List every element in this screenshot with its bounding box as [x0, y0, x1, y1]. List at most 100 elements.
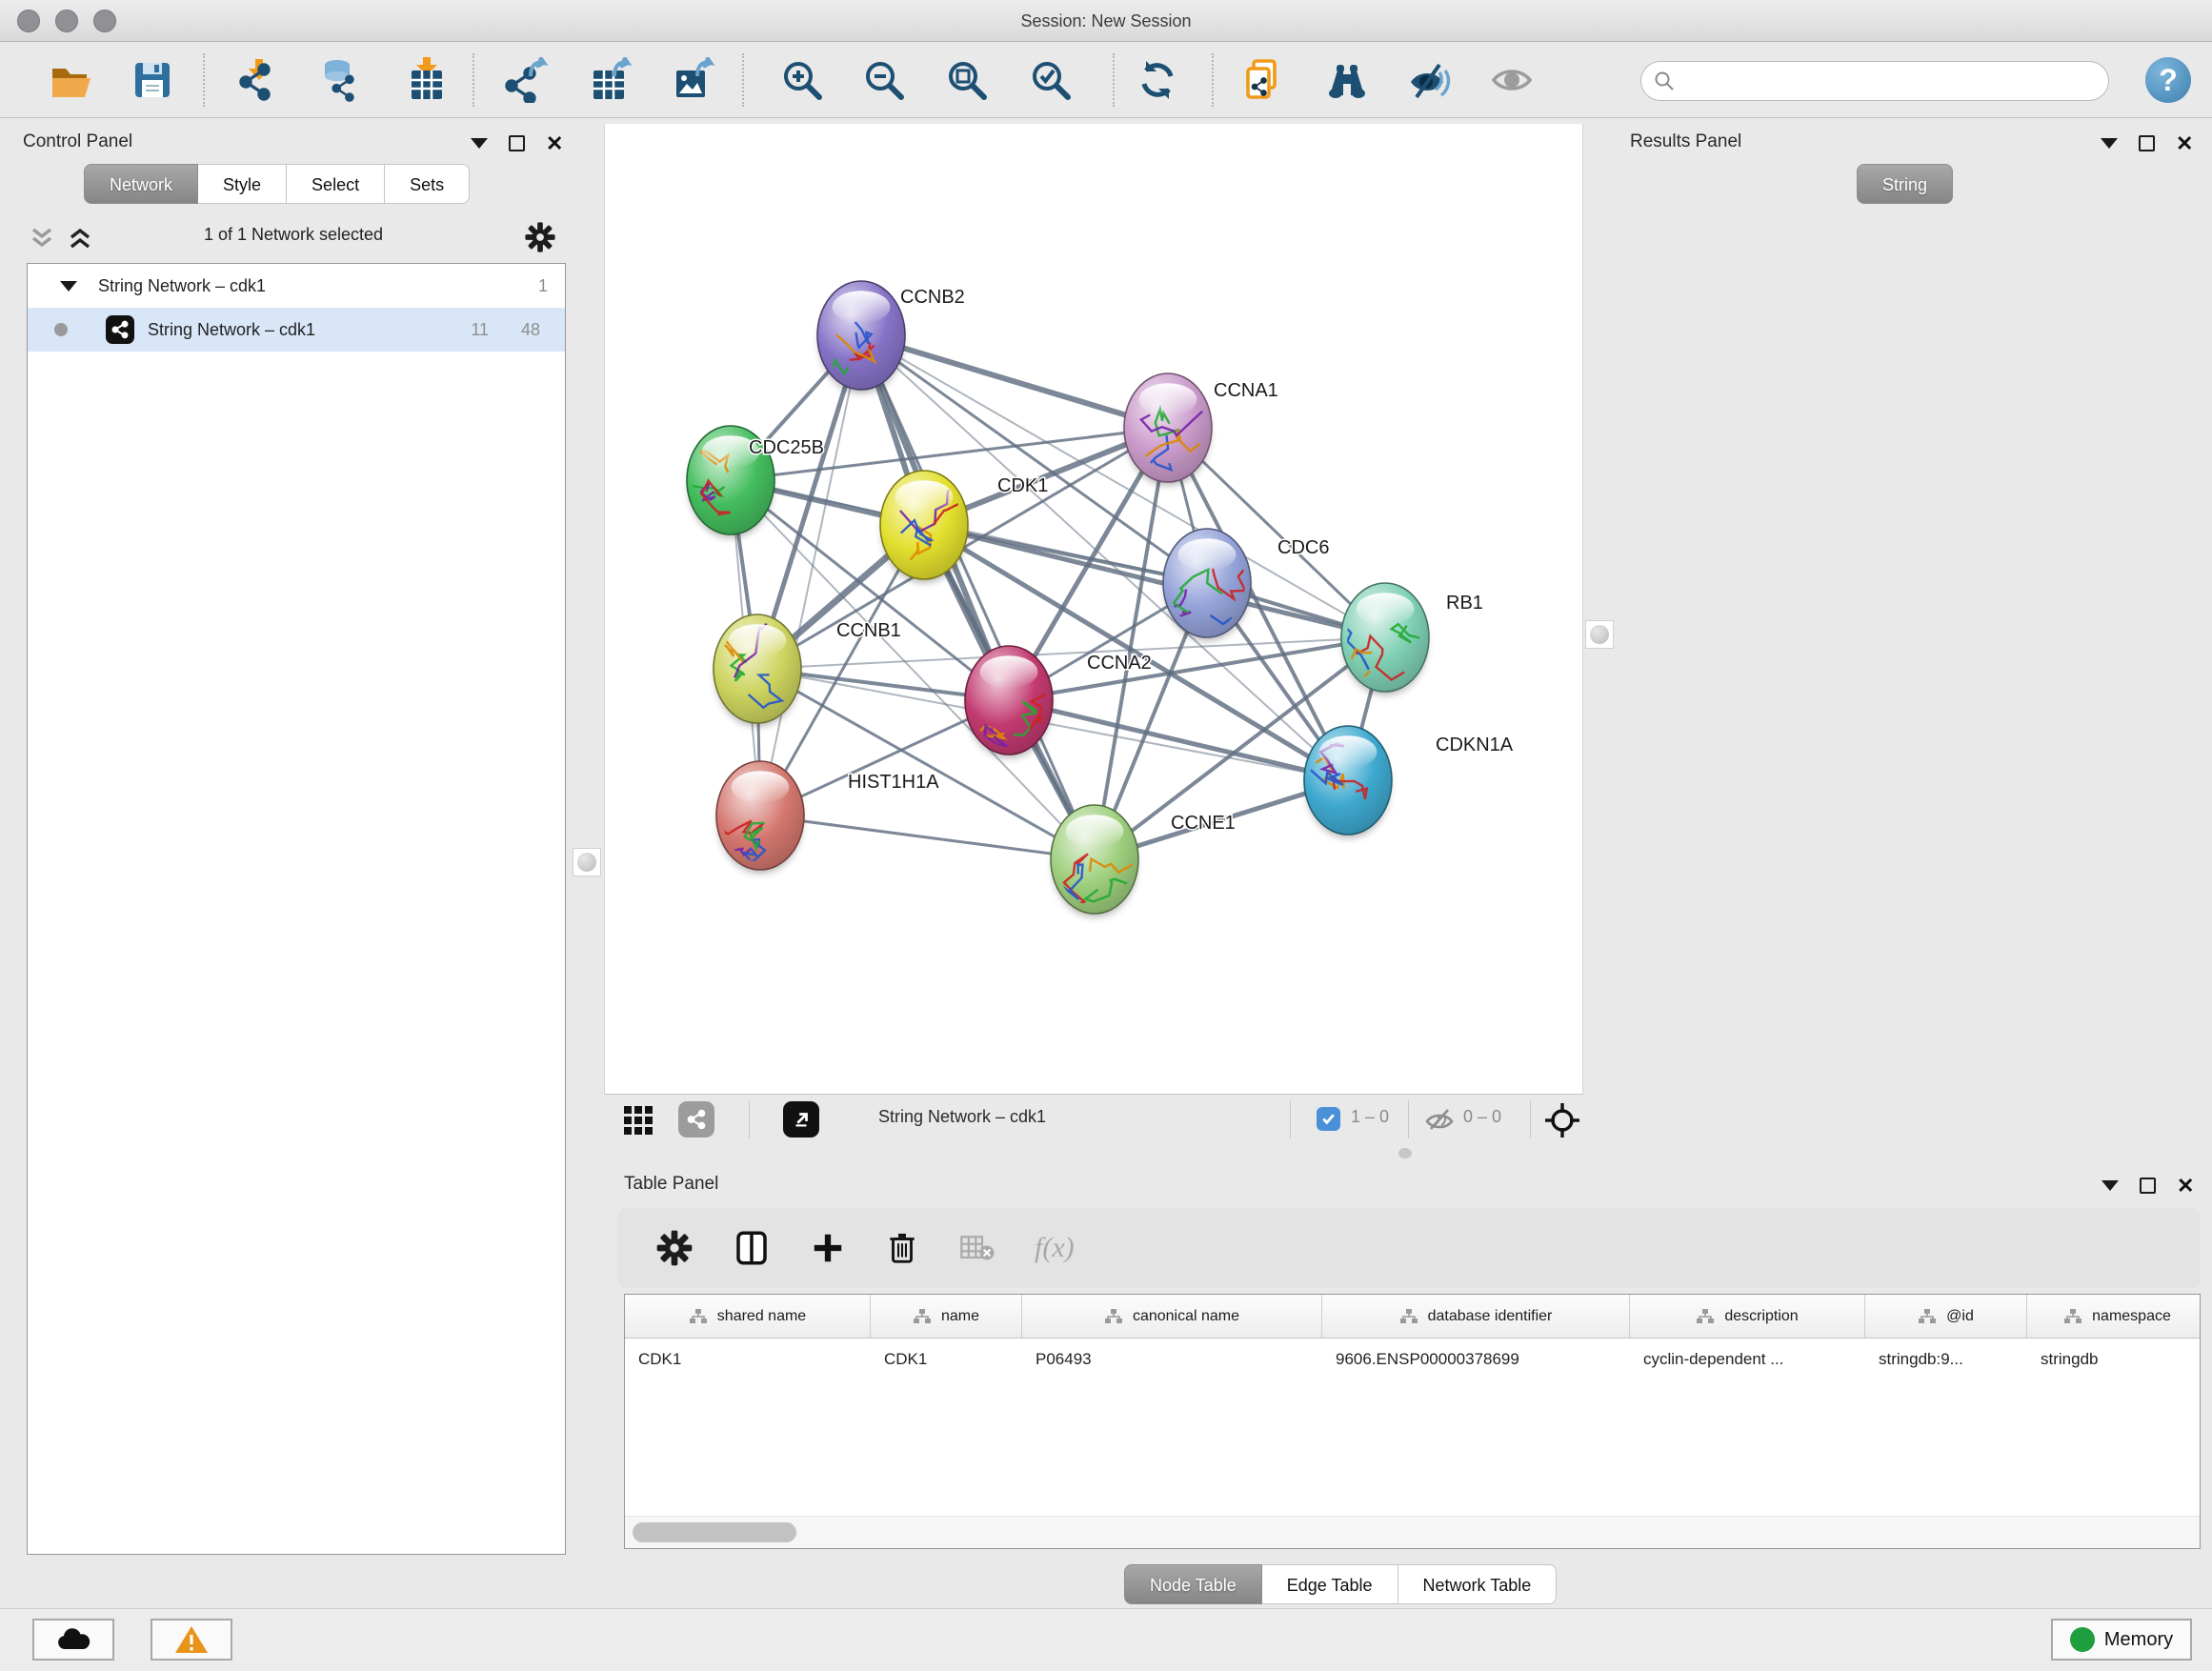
import-network-file-button[interactable] [234, 55, 284, 105]
network-collection-row[interactable]: String Network – cdk1 1 [28, 264, 565, 308]
export-network-button[interactable] [500, 55, 550, 105]
export-table-button[interactable] [584, 55, 633, 105]
memory-button[interactable]: Memory [2051, 1619, 2192, 1661]
network-options-gear-icon[interactable] [524, 221, 556, 253]
table-cell[interactable]: cyclin-dependent ... [1630, 1350, 1865, 1369]
control-panel-float-icon[interactable] [471, 138, 488, 149]
tab-string[interactable]: String [1857, 164, 1953, 204]
edge-ccnb2-hist1h1a[interactable] [760, 335, 861, 815]
minimize-window-button[interactable] [55, 10, 78, 32]
control-panel-close-icon[interactable]: ✕ [546, 135, 563, 151]
table-panel-float-icon[interactable] [2101, 1180, 2119, 1191]
results-panel-close-icon[interactable]: ✕ [2176, 135, 2193, 151]
selected-checkbox-icon[interactable] [1317, 1107, 1340, 1131]
scrollbar-thumb[interactable] [633, 1522, 796, 1542]
tab-select[interactable]: Select [287, 164, 385, 204]
import-table-button[interactable] [402, 55, 452, 105]
horizontal-splitter-handle[interactable] [1398, 1148, 1412, 1158]
tab-network[interactable]: Network [84, 164, 198, 204]
import-network-database-button[interactable] [314, 55, 364, 105]
search-input-container [1640, 61, 2109, 101]
birds-eye-grid-icon[interactable] [623, 1105, 654, 1136]
column-header-shared-name[interactable]: shared name [625, 1295, 871, 1338]
table-cell[interactable]: 9606.ENSP00000378699 [1322, 1350, 1630, 1369]
delete-column-icon[interactable] [884, 1230, 920, 1266]
save-session-button[interactable] [128, 55, 177, 105]
left-splitter-handle[interactable] [573, 848, 601, 876]
table-panel-close-icon[interactable]: ✕ [2177, 1178, 2194, 1194]
node-ccna2[interactable]: CCNA2 [965, 646, 1152, 757]
tree-expand-icon[interactable] [60, 281, 77, 292]
column-header-name[interactable]: name [871, 1295, 1022, 1338]
table-horizontal-scrollbar[interactable] [625, 1516, 2200, 1548]
table-cell[interactable]: stringdb:9... [1865, 1350, 2027, 1369]
binoculars-button[interactable] [1322, 55, 1372, 105]
tab-edge-table[interactable]: Edge Table [1262, 1564, 1398, 1604]
control-panel-title: Control Panel [23, 131, 132, 152]
tab-node-table[interactable]: Node Table [1124, 1564, 1262, 1604]
node-label: CCNB1 [836, 620, 901, 641]
show-details-button[interactable] [1488, 55, 1538, 105]
column-header-database-identifier[interactable]: database identifier [1322, 1295, 1630, 1338]
tab-style[interactable]: Style [198, 164, 287, 204]
results-panel-float-icon[interactable] [2101, 138, 2118, 149]
zoom-in-button[interactable] [777, 55, 827, 105]
results-panel-maximize-icon[interactable] [2139, 135, 2155, 151]
expand-all-icon[interactable] [67, 227, 93, 252]
collapse-all-icon[interactable] [29, 227, 55, 252]
node-hist1h1a[interactable]: HIST1H1A [713, 761, 940, 873]
table-options-gear-icon[interactable] [655, 1229, 694, 1267]
tab-sets[interactable]: Sets [385, 164, 470, 204]
copy-network-button[interactable] [1238, 55, 1288, 105]
open-in-window-icon[interactable] [783, 1101, 819, 1137]
cloud-button[interactable] [32, 1619, 114, 1661]
zoom-selected-button[interactable] [1026, 55, 1076, 105]
show-columns-icon[interactable] [732, 1228, 772, 1268]
column-header-canonical-name[interactable]: canonical name [1022, 1295, 1322, 1338]
zoom-out-icon [861, 57, 907, 103]
zoom-fit-button[interactable] [942, 55, 992, 105]
table-cell[interactable]: CDK1 [871, 1350, 1022, 1369]
table-cell[interactable]: stringdb [2027, 1350, 2201, 1369]
control-panel-maximize-icon[interactable] [509, 135, 525, 151]
zoom-out-button[interactable] [859, 55, 909, 105]
toolbar-separator [742, 53, 744, 107]
network-canvas[interactable]: CCNB2CCNA1CDC25BCDK1CDC6RB1CCNB1CCNA2CDK… [604, 124, 1583, 1094]
node-ccnb1[interactable]: CCNB1 [713, 614, 900, 726]
tab-network-table[interactable]: Network Table [1398, 1564, 1558, 1604]
edge-ccnb2-ccna1[interactable] [861, 335, 1168, 428]
create-column-icon[interactable] [810, 1230, 846, 1266]
column-header-description[interactable]: description [1630, 1295, 1865, 1338]
string-badge-gray-icon[interactable] [678, 1101, 714, 1137]
node-cdkn1a[interactable]: CDKN1A [1304, 726, 1514, 837]
search-input[interactable] [1676, 71, 2076, 91]
table-cell[interactable]: P06493 [1022, 1350, 1322, 1369]
maximize-window-button[interactable] [93, 10, 116, 32]
node-label: CCNE1 [1171, 813, 1236, 834]
node-rb1[interactable]: RB1 [1336, 583, 1483, 695]
node-table[interactable]: shared namenamecanonical namedatabase id… [624, 1294, 2201, 1549]
table-panel-maximize-icon[interactable] [2140, 1178, 2156, 1194]
node-ccna1[interactable]: CCNA1 [1124, 373, 1278, 485]
refresh-icon [1135, 57, 1180, 103]
import-network-file-icon [236, 57, 282, 103]
warnings-button[interactable] [151, 1619, 232, 1661]
network-row-selected[interactable]: String Network – cdk1 11 48 [28, 308, 565, 352]
export-image-button[interactable] [667, 55, 716, 105]
table-cell[interactable]: CDK1 [625, 1350, 871, 1369]
edge-hist1h1a-ccne1[interactable] [760, 815, 1095, 859]
hide-details-button[interactable] [1405, 55, 1455, 105]
window-title: Session: New Session [0, 0, 2212, 42]
column-header-id[interactable]: @id [1865, 1295, 2027, 1338]
open-session-button[interactable] [47, 55, 96, 105]
help-button[interactable]: ? [2145, 57, 2191, 103]
column-header-namespace[interactable]: namespace [2027, 1295, 2201, 1338]
refresh-button[interactable] [1133, 55, 1182, 105]
right-splitter-handle[interactable] [1585, 620, 1614, 649]
fit-selected-crosshair-icon[interactable] [1543, 1101, 1581, 1139]
node-label: CCNA1 [1214, 380, 1278, 401]
close-window-button[interactable] [17, 10, 40, 32]
binoculars-icon [1324, 57, 1370, 103]
node-ccnb2[interactable]: CCNB2 [811, 281, 965, 393]
delete-table-icon-disabled [958, 1232, 996, 1264]
